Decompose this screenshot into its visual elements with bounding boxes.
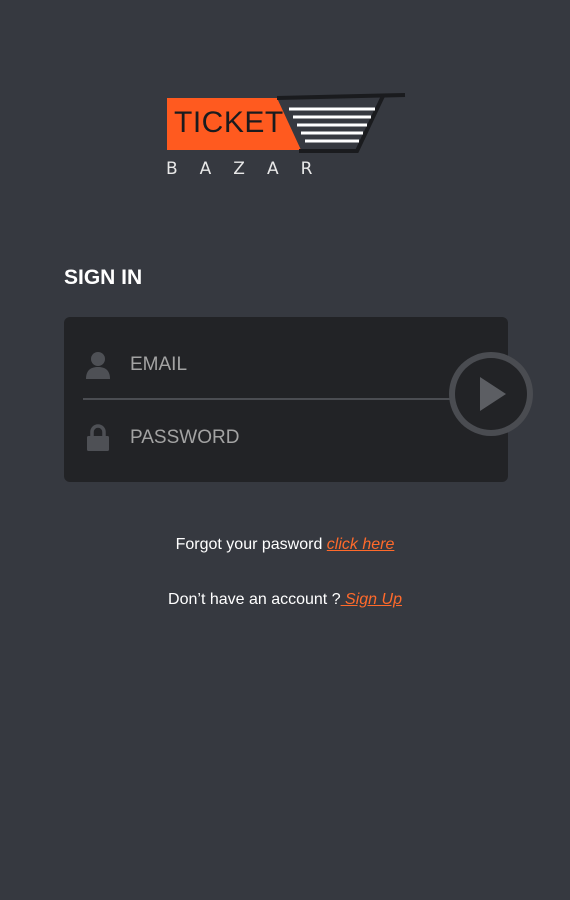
app-logo: TICKET BAZAR: [163, 93, 409, 183]
signup-row: Don’t have an account ? Sign Up: [0, 590, 570, 610]
email-input[interactable]: [130, 354, 430, 376]
user-icon: [84, 351, 112, 379]
play-arrow-icon: [480, 377, 506, 411]
email-field-row: [84, 335, 444, 395]
logo-word: TICKET: [174, 106, 284, 139]
forgot-password-text: Forgot your pasword: [175, 536, 327, 553]
field-divider: [83, 398, 465, 400]
submit-button-face: [455, 358, 527, 430]
page-title: SIGN IN: [64, 266, 143, 289]
password-input[interactable]: [130, 427, 430, 449]
forgot-password-link[interactable]: click here: [327, 536, 395, 553]
logo-subtitle: BAZAR: [166, 159, 335, 179]
sign-in-form: [64, 317, 508, 482]
password-field-row: [84, 408, 444, 468]
signup-link[interactable]: Sign Up: [341, 591, 402, 608]
lock-icon: [84, 424, 112, 452]
signup-text: Don’t have an account ?: [168, 591, 341, 608]
submit-button[interactable]: [449, 352, 533, 436]
forgot-password-row: Forgot your pasword click here: [0, 535, 570, 555]
